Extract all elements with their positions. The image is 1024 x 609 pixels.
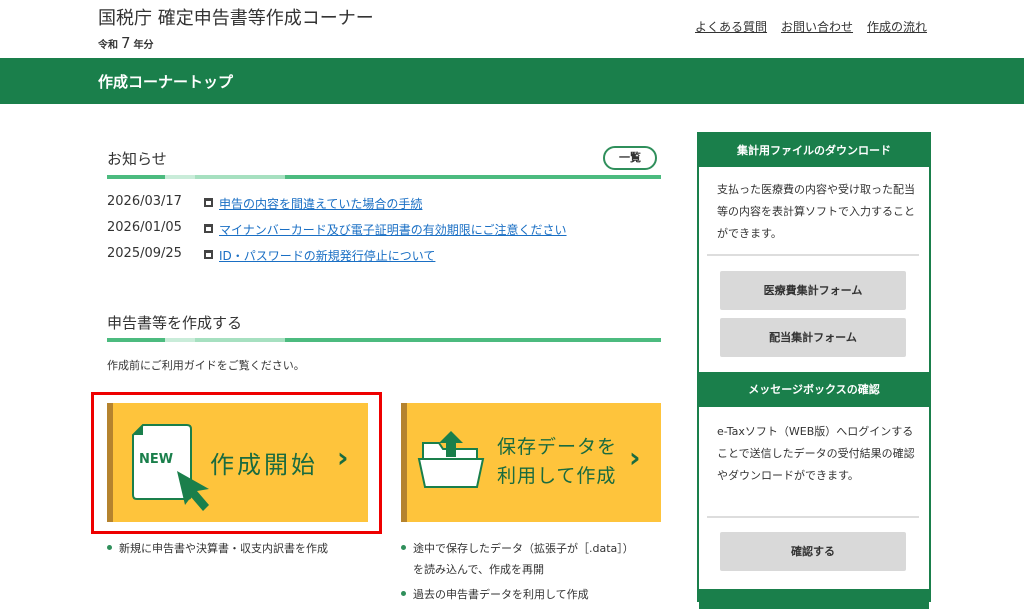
notice-link[interactable]: ID・パスワードの新規発行停止について — [219, 247, 435, 264]
tax-year: 令和 7 年分 — [98, 34, 154, 52]
sidebar: 集計用ファイルのダウンロード 支払った医療費の内容や受け取った配当等の内容を表計… — [697, 132, 931, 609]
use-saved-data-button[interactable]: 保存データを 利用して作成 › — [401, 403, 661, 522]
create-heading: 申告書等を作成する — [107, 314, 243, 332]
page-title-bar: 作成コーナートップ — [0, 58, 1024, 104]
notice-date: 2026/01/05 — [107, 220, 182, 235]
saved-label-line2: 利用して作成 — [497, 465, 617, 487]
download-text: 支払った医療費の内容や受け取った配当等の内容を表計算ソフトで入力することができま… — [717, 183, 915, 240]
new-badge: NEW — [139, 452, 173, 467]
heading-rule — [107, 338, 661, 342]
chevron-right-icon: › — [337, 441, 349, 474]
bullet-item: 過去の申告書データを利用して作成 — [401, 588, 589, 601]
folder-upload-icon — [417, 431, 485, 488]
era-suffix: 年分 — [133, 40, 154, 51]
notice-link[interactable]: マイナンバーカード及び電子証明書の有効期限にご注意ください — [219, 221, 567, 238]
chevron-right-icon: › — [629, 441, 641, 474]
confirm-button[interactable]: 確認する — [720, 532, 906, 571]
start-label: 作成開始 — [210, 451, 318, 479]
divider — [707, 254, 919, 256]
notices-heading: お知らせ — [107, 150, 167, 168]
messagebox-heading: メッセージボックスの確認 — [699, 372, 929, 407]
contact-link[interactable]: お問い合わせ — [781, 18, 853, 35]
guide-text: 作成前にご利用ガイドをご覧ください。 — [107, 359, 305, 372]
start-new-button[interactable]: NEW 作成開始 › — [107, 403, 368, 522]
page-title: 作成コーナートップ — [98, 73, 234, 91]
download-heading: 集計用ファイルのダウンロード — [699, 134, 929, 167]
dividend-form-button[interactable]: 配当集計フォーム — [720, 318, 906, 357]
medical-form-button[interactable]: 医療費集計フォーム — [720, 271, 906, 310]
bullet-continuation: を読み込んで、作成を再開 — [413, 563, 545, 576]
era-prefix: 令和 — [98, 40, 118, 51]
bullet-item: 新規に申告書や決算書・収支内訳書を作成 — [107, 542, 328, 555]
window-icon — [204, 198, 213, 207]
next-section-heading — [699, 589, 929, 609]
new-document-cursor-icon: NEW — [132, 424, 209, 511]
window-icon — [204, 224, 213, 233]
bullet-item: 途中で保存したデータ（拡張子が［.data］） — [401, 542, 634, 555]
notice-date: 2026/03/17 — [107, 194, 182, 209]
messagebox-text: e-Taxソフト（WEB版）へログインすることで送信したデータの受付結果の確認や… — [717, 425, 915, 482]
flow-link[interactable]: 作成の流れ — [867, 18, 927, 35]
faq-link[interactable]: よくある質問 — [695, 18, 767, 35]
heading-rule — [107, 175, 661, 179]
site-title: 国税庁 確定申告書等作成コーナー — [98, 8, 374, 29]
notice-date: 2025/09/25 — [107, 246, 182, 261]
notices-list-button[interactable]: 一覧 — [603, 146, 657, 170]
saved-label-line1: 保存データを — [497, 436, 618, 458]
window-icon — [204, 250, 213, 259]
era-year: 7 — [121, 34, 131, 52]
divider — [707, 516, 919, 518]
notice-link[interactable]: 申告の内容を間違えていた場合の手続 — [219, 195, 422, 212]
